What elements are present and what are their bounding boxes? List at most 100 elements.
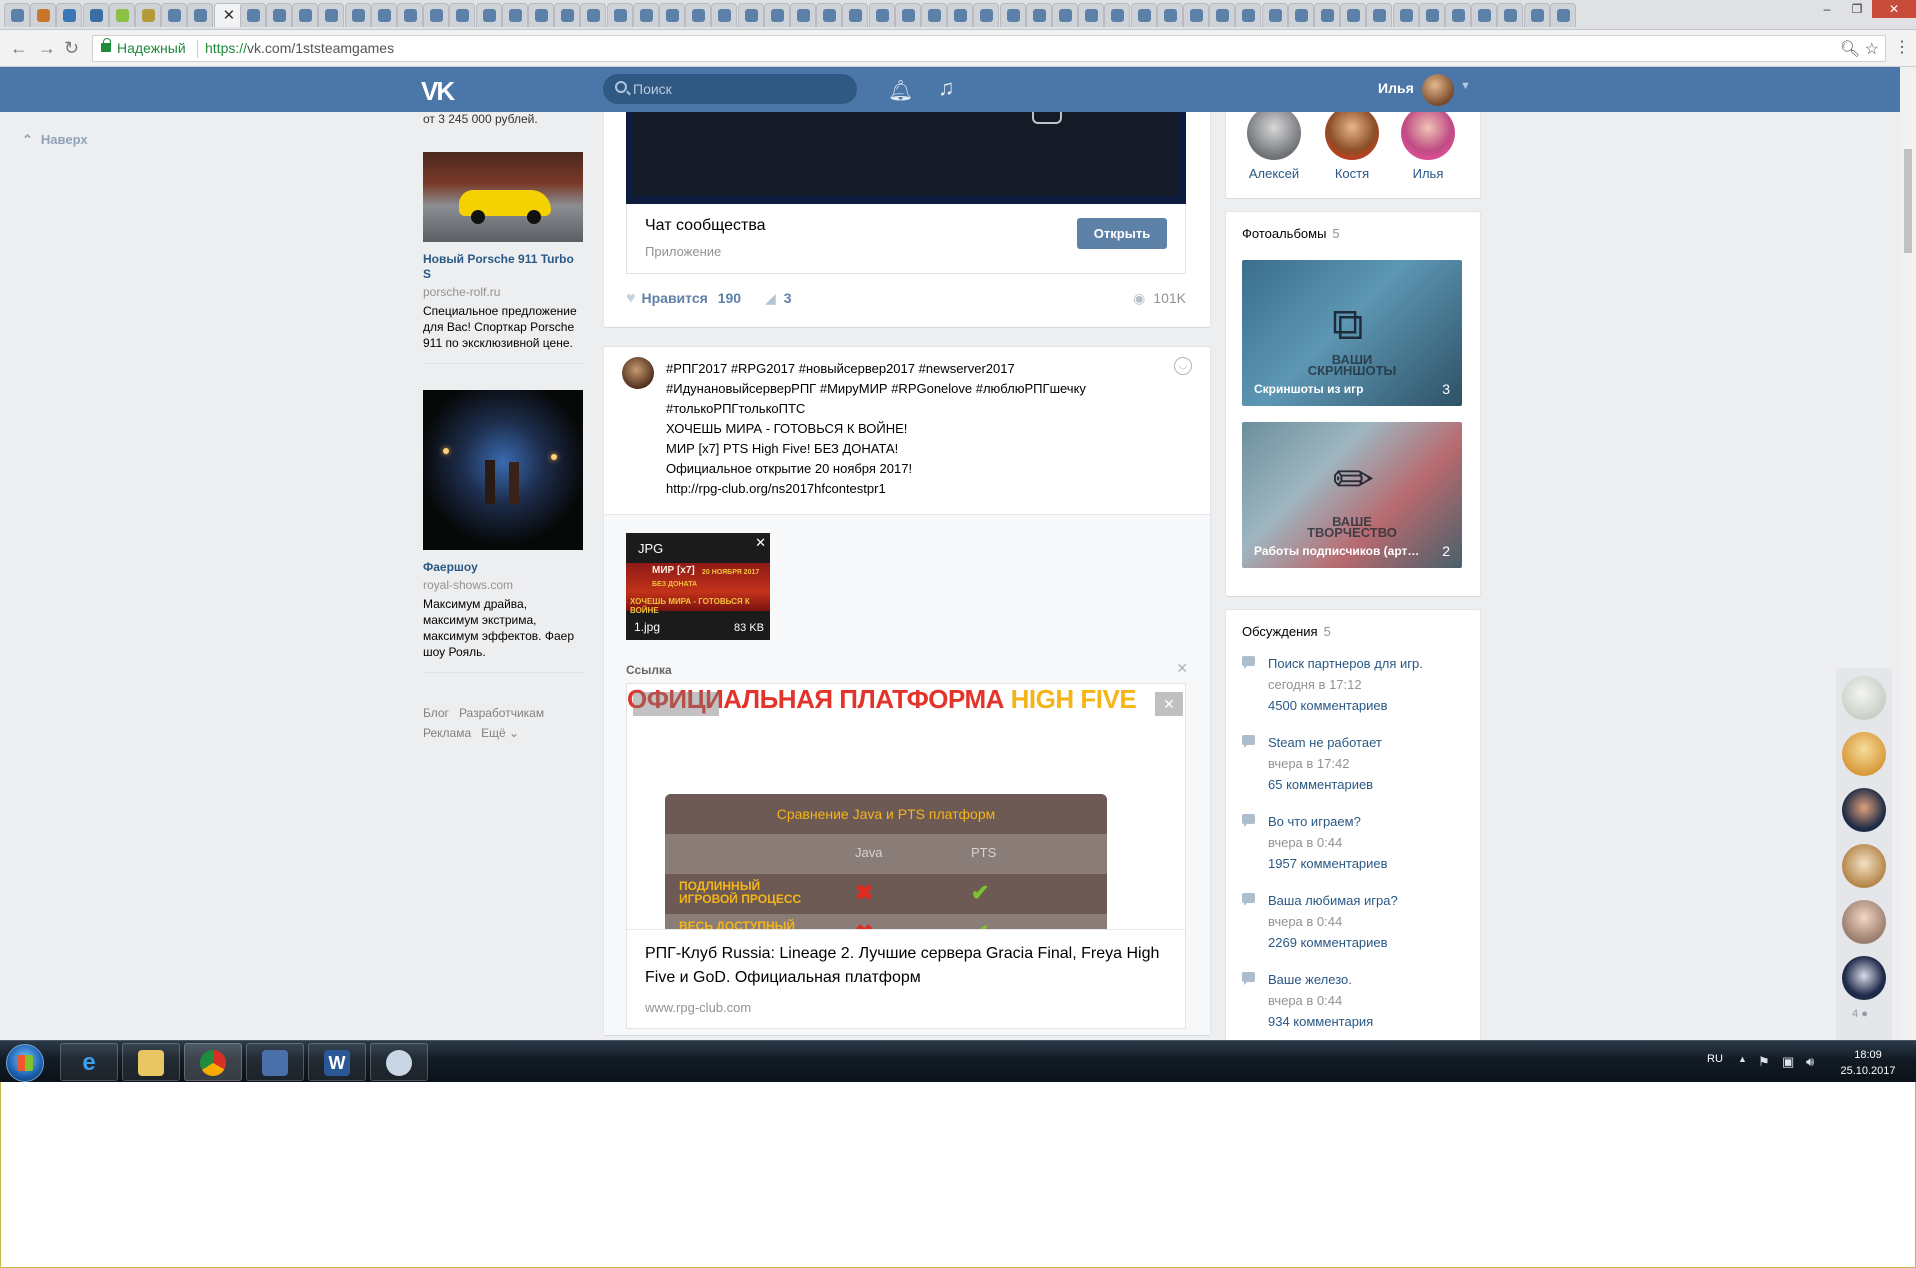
bookmark-star-icon[interactable]: ☆ [1865, 41, 1879, 58]
taskbar-app-word[interactable]: W [308, 1043, 366, 1081]
start-button[interactable] [6, 1044, 44, 1082]
user-avatar[interactable] [1422, 74, 1454, 106]
minimize-icon[interactable]: – [1812, 0, 1842, 18]
browser-tab[interactable] [1445, 3, 1471, 27]
browser-tab[interactable] [292, 3, 319, 27]
browser-tab[interactable] [239, 3, 266, 27]
notifications-bell-icon[interactable]: 🔔︎ [888, 78, 913, 103]
back-icon[interactable]: ← [10, 38, 28, 59]
member-avatar[interactable] [1325, 112, 1379, 160]
discussion-comments[interactable]: 934 комментария [1268, 1011, 1472, 1032]
emoji-icon[interactable]: ◡ [1174, 357, 1192, 375]
discussion-comments[interactable]: 1957 комментариев [1268, 853, 1472, 874]
browser-tab[interactable] [1287, 3, 1314, 27]
browser-tab[interactable] [1235, 3, 1262, 27]
discussion-title[interactable]: Ваша любимая игра? [1268, 891, 1472, 911]
maximize-icon[interactable]: ❐ [1842, 0, 1872, 18]
discussion-comments[interactable]: 65 комментариев [1268, 774, 1472, 795]
forward-icon[interactable]: → [38, 38, 56, 59]
chat-contact-avatar[interactable] [1842, 788, 1886, 832]
ad-fireshow[interactable]: Фаершоу royal-shows.com Максимум драйва,… [423, 390, 583, 673]
taskbar-app-ie[interactable]: e [60, 1043, 118, 1081]
browser-tab[interactable] [1078, 3, 1105, 27]
ad-image-fireshow[interactable] [423, 390, 583, 550]
share-button[interactable]: ◢ 3 [745, 290, 792, 306]
ad-title[interactable]: Новый Porsche 911 Turbo S [423, 252, 583, 282]
browser-tab[interactable] [344, 3, 371, 27]
browser-tab[interactable] [1549, 3, 1576, 27]
system-clock[interactable]: 18:09 25.10.2017 [1832, 1047, 1904, 1079]
discussion-title[interactable]: Ваше железо. [1268, 970, 1472, 990]
author-avatar[interactable] [622, 357, 654, 389]
browser-tab[interactable] [842, 3, 869, 27]
browser-tab[interactable] [1314, 3, 1340, 27]
discussion-title[interactable]: Поиск партнеров для игр. [1268, 654, 1472, 674]
tray-expand-icon[interactable]: ▲ [1738, 1054, 1747, 1064]
chat-contact-avatar[interactable] [1842, 844, 1886, 888]
music-note-icon[interactable]: ♫ [938, 75, 955, 101]
discussion-item[interactable]: Ваше железо. вчера в 0:44 934 комментари… [1242, 970, 1472, 1032]
browser-tab[interactable] [1052, 3, 1078, 27]
chat-contact-avatar[interactable] [1842, 956, 1886, 1000]
discussion-item[interactable]: Поиск партнеров для игр. сегодня в 17:12… [1242, 654, 1472, 716]
browser-tab[interactable] [397, 3, 423, 27]
browser-tab[interactable] [554, 3, 581, 27]
link-preview-card[interactable]: ОФИЦИАЛЬНАЯ ПЛАТФОРМА HIGH FIVE ✕ Сравне… [626, 683, 1186, 1029]
discussion-comments[interactable]: 4500 комментариев [1268, 695, 1472, 716]
online-count[interactable]: 4 ● [1852, 1008, 1868, 1020]
browser-tab[interactable] [108, 3, 135, 27]
browser-tab[interactable] [187, 3, 214, 27]
member-avatar[interactable] [1401, 112, 1455, 160]
zoom-icon[interactable]: 🔍︎ [1840, 41, 1860, 58]
footer-link-blog[interactable]: Блог [423, 706, 449, 720]
browser-tab[interactable] [528, 3, 554, 27]
action-center-flag-icon[interactable]: ⚑ [1758, 1054, 1770, 1070]
chat-contact-avatar[interactable] [1842, 676, 1886, 720]
discussions-header[interactable]: Обсуждения 5 [1242, 624, 1331, 639]
chat-contact-avatar[interactable] [1842, 900, 1886, 944]
network-icon[interactable]: ▣ [1782, 1054, 1794, 1070]
browser-tab[interactable] [4, 3, 30, 27]
ad-title[interactable]: Фаершоу [423, 560, 583, 575]
browser-tab[interactable] [921, 3, 947, 27]
browser-tab[interactable] [475, 3, 502, 27]
browser-tab[interactable] [56, 3, 83, 27]
member-avatar[interactable] [1247, 112, 1301, 160]
app-title[interactable]: Чат сообщества [645, 217, 766, 235]
browser-tab[interactable] [999, 3, 1026, 27]
vk-logo[interactable]: VK [421, 76, 455, 107]
browser-tab[interactable] [1261, 3, 1288, 27]
browser-tab[interactable] [30, 3, 57, 27]
ad-image-porsche[interactable] [423, 152, 583, 242]
reload-icon[interactable]: ↻ [64, 38, 79, 59]
browser-tab[interactable] [1418, 3, 1445, 27]
browser-tab[interactable] [423, 3, 450, 27]
album-fan-art[interactable]: ✎ ВАШЕ ТВОРЧЕСТВО Работы подписчиков (арт… [1242, 422, 1462, 568]
browser-tab[interactable] [1104, 3, 1131, 27]
remove-link-icon[interactable]: ✕ [1176, 660, 1188, 677]
taskbar-app-explorer[interactable] [122, 1043, 180, 1081]
discussion-item[interactable]: Ваша любимая игра? вчера в 0:44 2269 ком… [1242, 891, 1472, 953]
browser-tab[interactable] [161, 3, 188, 27]
post-link[interactable]: http://rpg-club.org/ns2017hfcontestpr1 [666, 479, 1166, 499]
image-attachment[interactable]: JPG ✕ МИР [x7] 20 НОЯБРЯ 2017 БЕЗ ДОНАТА… [626, 533, 770, 640]
like-button[interactable]: ♥ Нравится 190 [626, 290, 741, 307]
browser-tab[interactable] [580, 3, 607, 27]
address-bar[interactable]: Надежный https://vk.com/1ststeamgames 🔍︎… [92, 35, 1886, 62]
browser-tab[interactable] [1209, 3, 1236, 27]
chevron-down-icon[interactable]: ▼ [1460, 80, 1471, 92]
footer-link-developers[interactable]: Разработчикам [459, 706, 544, 720]
browser-tab[interactable] [868, 3, 895, 27]
member-name[interactable]: Алексей [1244, 166, 1304, 181]
browser-tab[interactable] [1366, 3, 1393, 27]
page-scrollbar[interactable] [1900, 67, 1916, 1040]
browser-tab[interactable] [266, 3, 292, 27]
browser-tab[interactable] [973, 3, 1000, 27]
discussion-title[interactable]: Во что играем? [1268, 812, 1472, 832]
browser-tab[interactable] [790, 3, 816, 27]
discussion-item[interactable]: Steam не работает вчера в 17:42 65 комме… [1242, 733, 1472, 795]
browser-tab[interactable] [894, 3, 921, 27]
user-name[interactable]: Илья [1378, 80, 1414, 96]
browser-menu-icon[interactable]: ⋮ [1894, 37, 1910, 57]
member-item[interactable]: Илья [1398, 112, 1458, 181]
